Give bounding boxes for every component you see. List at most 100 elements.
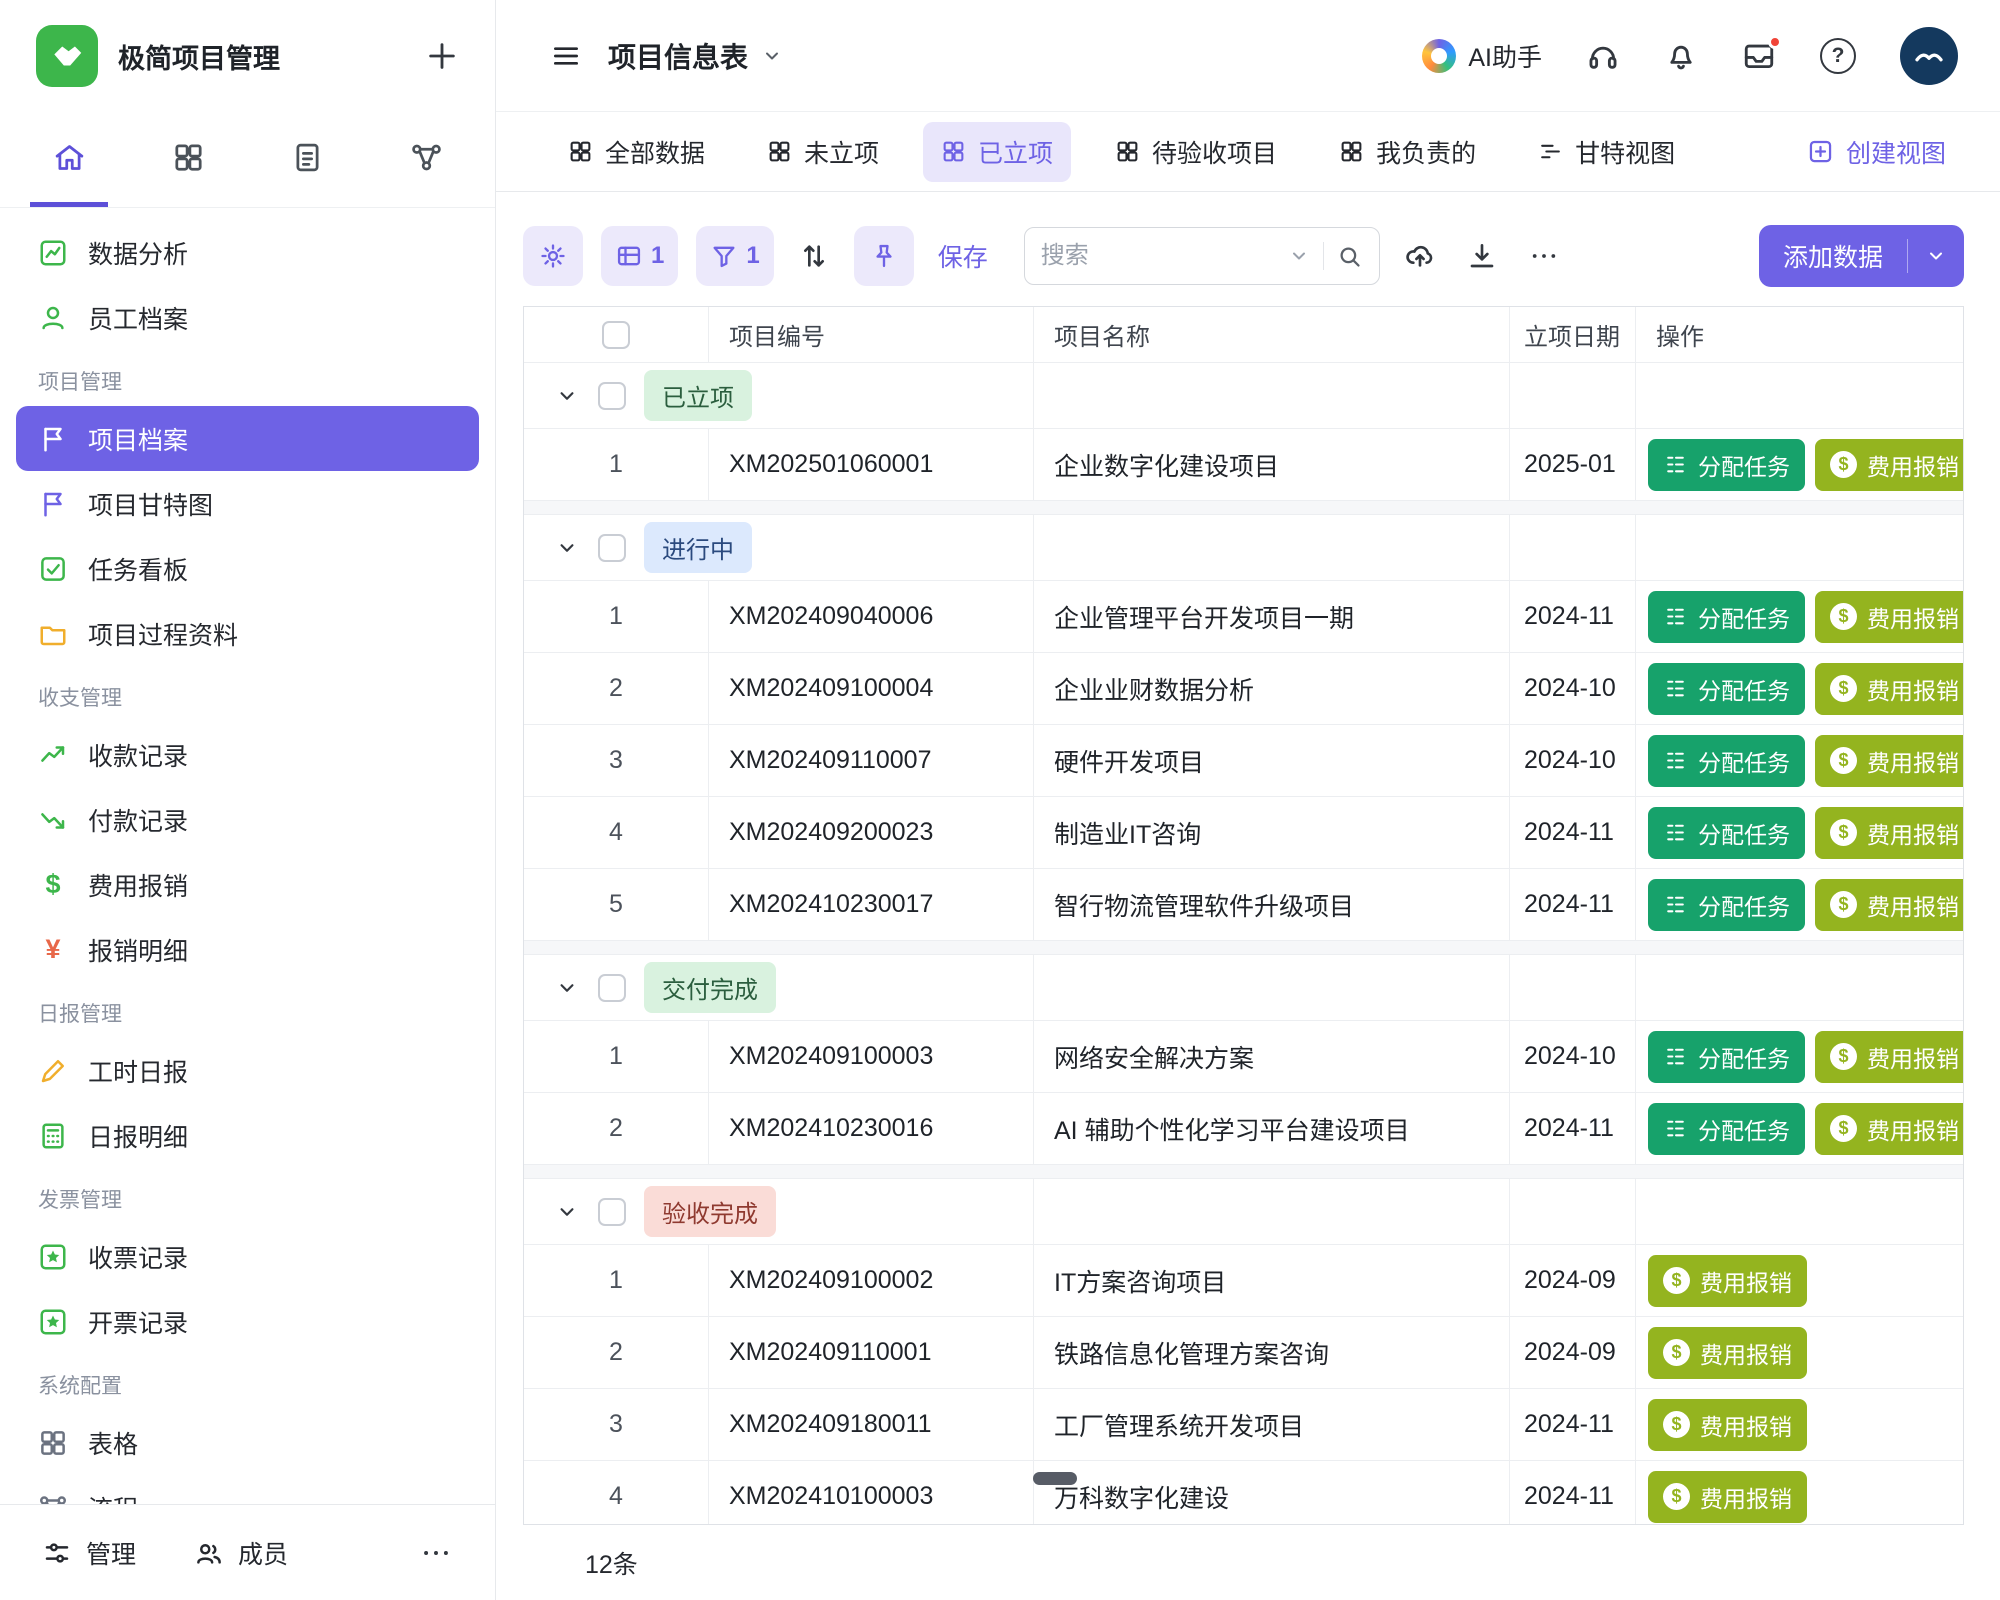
table-row[interactable]: 3 XM202409180011 工厂管理系统开发项目 2024-11 $费用报… xyxy=(524,1389,1963,1461)
sidebar-item-data-analysis[interactable]: 数据分析 xyxy=(16,220,479,285)
view-tab-not-started[interactable]: 未立项 xyxy=(749,122,897,182)
horizontal-scrollbar-thumb[interactable] xyxy=(1033,1472,1077,1485)
notifications-button[interactable] xyxy=(1664,39,1698,73)
expense-button[interactable]: $费用报销 xyxy=(1815,879,1963,931)
assign-task-button[interactable]: 分配任务 xyxy=(1648,439,1805,491)
nav-tab-home[interactable] xyxy=(30,112,108,207)
sidebar-item-invoice-out[interactable]: 开票记录 xyxy=(16,1289,479,1354)
search-submit-button[interactable] xyxy=(1336,243,1363,270)
group-checkbox[interactable] xyxy=(598,534,626,562)
group-checkbox[interactable] xyxy=(598,382,626,410)
collapse-sidebar-button[interactable] xyxy=(550,40,582,72)
nav-tab-forms[interactable] xyxy=(268,112,346,207)
message-center-button[interactable] xyxy=(1742,39,1776,73)
sidebar-item-task-board[interactable]: 任务看板 xyxy=(16,536,479,601)
row-number: 1 xyxy=(524,581,709,653)
search-scope-chevron-icon[interactable] xyxy=(1287,244,1311,268)
group-collapse-button[interactable] xyxy=(554,1199,580,1225)
expense-button[interactable]: $费用报销 xyxy=(1815,591,1963,643)
expense-button[interactable]: $费用报销 xyxy=(1815,735,1963,787)
table-row[interactable]: 2 XM202409110001 铁路信息化管理方案咨询 2024-09 $费用… xyxy=(524,1317,1963,1389)
sidebar-item-expense-detail[interactable]: ¥ 报销明细 xyxy=(16,917,479,982)
table-row[interactable]: 3 XM202409110007 硬件开发项目 2024-10 分配任务 $费用… xyxy=(524,725,1963,797)
help-button[interactable]: ? xyxy=(1820,38,1856,74)
assign-task-button[interactable]: 分配任务 xyxy=(1648,735,1805,787)
assign-icon xyxy=(1663,1116,1688,1141)
sidebar-item-project-docs[interactable]: 项目过程资料 xyxy=(16,601,479,666)
table-row[interactable]: 4 XM202410100003 万科数字化建设 2024-11 $费用报销 xyxy=(524,1461,1963,1533)
sidebar-item-employee-files[interactable]: 员工档案 xyxy=(16,285,479,350)
group-collapse-button[interactable] xyxy=(554,975,580,1001)
ai-assistant-button[interactable]: AI助手 xyxy=(1422,38,1542,74)
table-row[interactable]: 5 XM202410230017 智行物流管理软件升级项目 2024-11 分配… xyxy=(524,869,1963,941)
expense-button[interactable]: $费用报销 xyxy=(1815,439,1963,491)
table-row[interactable]: 1 XM202501060001 企业数字化建设项目 2025-01 分配任务 … xyxy=(524,429,1963,501)
assign-task-button[interactable]: 分配任务 xyxy=(1648,807,1805,859)
sidebar-item-tables[interactable]: 表格 xyxy=(16,1410,479,1475)
nav-tab-tables[interactable] xyxy=(149,112,227,207)
view-tab-my-projects[interactable]: 我负责的 xyxy=(1321,122,1494,182)
sidebar-item-receipts[interactable]: 收款记录 xyxy=(16,722,479,787)
manage-button[interactable]: 管理 xyxy=(42,1535,136,1571)
add-workspace-button[interactable] xyxy=(425,39,459,73)
sidebar-item-flows[interactable]: 流程 xyxy=(16,1475,479,1504)
table-row[interactable]: 2 XM202410230016 AI 辅助个性化学习平台建设项目 2024-1… xyxy=(524,1093,1963,1165)
project-name: 企业管理平台开发项目一期 xyxy=(1034,581,1510,653)
pin-button[interactable] xyxy=(854,226,914,286)
select-all-checkbox[interactable] xyxy=(602,321,630,349)
expense-button[interactable]: $费用报销 xyxy=(1815,663,1963,715)
expense-button[interactable]: $费用报销 xyxy=(1815,807,1963,859)
filter-count: 1 xyxy=(746,242,759,270)
support-button[interactable] xyxy=(1586,39,1620,73)
expense-button[interactable]: $费用报销 xyxy=(1815,1031,1963,1083)
chevron-down-icon xyxy=(554,383,580,409)
sidebar-item-work-daily[interactable]: 工时日报 xyxy=(16,1038,479,1103)
view-title-wrap[interactable]: 项目信息表 xyxy=(608,36,784,76)
sidebar-item-invoice-in[interactable]: 收票记录 xyxy=(16,1224,479,1289)
assign-task-button[interactable]: 分配任务 xyxy=(1648,663,1805,715)
view-tab-approved[interactable]: 已立项 xyxy=(923,122,1071,182)
save-button[interactable]: 保存 xyxy=(932,238,994,274)
grid-icon xyxy=(767,139,792,164)
members-button[interactable]: 成员 xyxy=(194,1535,288,1571)
create-view-button[interactable]: 创建视图 xyxy=(1807,134,1946,170)
expense-button[interactable]: $费用报销 xyxy=(1648,1255,1807,1307)
group-checkbox[interactable] xyxy=(598,1198,626,1226)
table-row[interactable]: 1 XM202409100002 IT方案咨询项目 2024-09 $费用报销 xyxy=(524,1245,1963,1317)
add-data-button[interactable]: 添加数据 xyxy=(1759,225,1964,287)
expense-button[interactable]: $费用报销 xyxy=(1648,1471,1807,1523)
sidebar-item-daily-detail[interactable]: 日报明细 xyxy=(16,1103,479,1168)
table-row[interactable]: 1 XM202409040006 企业管理平台开发项目一期 2024-11 分配… xyxy=(524,581,1963,653)
sidebar-item-project-gantt[interactable]: 项目甘特图 xyxy=(16,471,479,536)
sidebar-item-expense[interactable]: $ 费用报销 xyxy=(16,852,479,917)
assign-task-button[interactable]: 分配任务 xyxy=(1648,1031,1805,1083)
toolbar-more-button[interactable] xyxy=(1522,240,1566,272)
view-tab-all-data[interactable]: 全部数据 xyxy=(550,122,723,182)
group-collapse-button[interactable] xyxy=(554,383,580,409)
expense-button[interactable]: $费用报销 xyxy=(1815,1103,1963,1155)
sort-button[interactable] xyxy=(792,240,836,272)
export-button[interactable] xyxy=(1460,240,1504,272)
group-collapse-button[interactable] xyxy=(554,535,580,561)
assign-task-button[interactable]: 分配任务 xyxy=(1648,591,1805,643)
hidden-fields-button[interactable]: 1 xyxy=(601,226,678,286)
table-row[interactable]: 2 XM202409100004 企业业财数据分析 2024-10 分配任务 $… xyxy=(524,653,1963,725)
nav-tab-workflow[interactable] xyxy=(387,112,465,207)
table-row[interactable]: 1 XM202409100003 网络安全解决方案 2024-10 分配任务 $… xyxy=(524,1021,1963,1093)
expense-button[interactable]: $费用报销 xyxy=(1648,1327,1807,1379)
search-input[interactable] xyxy=(1041,242,1275,270)
sidebar-more-button[interactable] xyxy=(419,1536,453,1570)
sidebar-item-payments[interactable]: 付款记录 xyxy=(16,787,479,852)
import-button[interactable] xyxy=(1398,240,1442,272)
view-tab-pending-acceptance[interactable]: 待验收项目 xyxy=(1097,122,1295,182)
expense-button[interactable]: $费用报销 xyxy=(1648,1399,1807,1451)
view-settings-button[interactable] xyxy=(523,226,583,286)
user-avatar[interactable] xyxy=(1900,27,1958,85)
filter-button[interactable]: 1 xyxy=(696,226,773,286)
assign-task-button[interactable]: 分配任务 xyxy=(1648,1103,1805,1155)
group-checkbox[interactable] xyxy=(598,974,626,1002)
table-row[interactable]: 4 XM202409200023 制造业IT咨询 2024-11 分配任务 $费… xyxy=(524,797,1963,869)
view-tab-gantt[interactable]: 甘特视图 xyxy=(1520,122,1693,182)
assign-task-button[interactable]: 分配任务 xyxy=(1648,879,1805,931)
sidebar-item-project-files[interactable]: 项目档案 xyxy=(16,406,479,471)
